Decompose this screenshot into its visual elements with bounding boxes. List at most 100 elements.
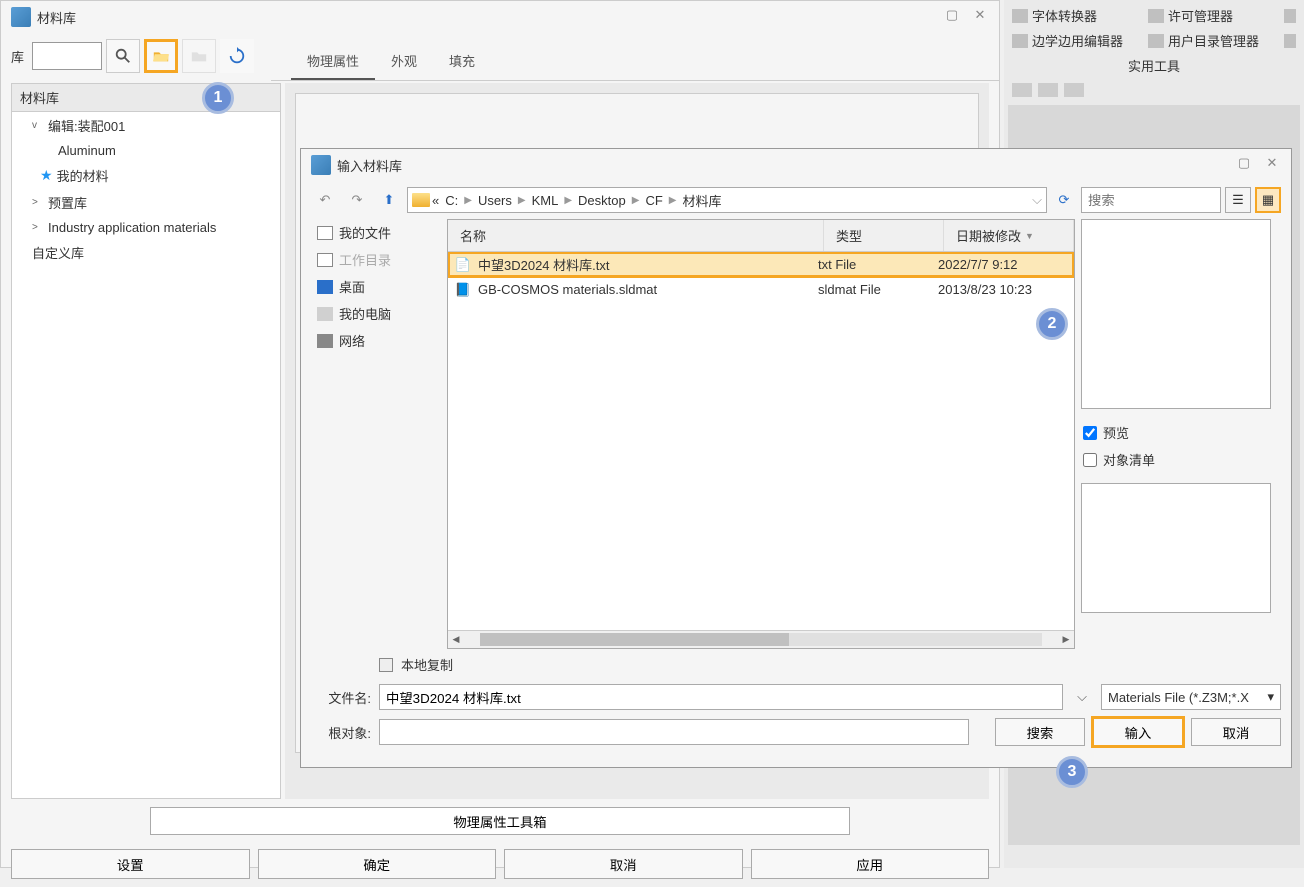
- nav-refresh-button[interactable]: ⟳: [1051, 187, 1077, 213]
- horizontal-scrollbar[interactable]: ◀ ▶: [448, 630, 1074, 648]
- tree-item-my-material[interactable]: ★我的材料: [12, 162, 280, 189]
- place-myfiles[interactable]: 我的文件: [311, 219, 441, 246]
- callout-3: 3: [1056, 756, 1088, 788]
- preview-panel: 预览 对象清单: [1081, 219, 1281, 649]
- forward-button[interactable]: ↷: [343, 187, 371, 213]
- callout-1: 1: [202, 82, 234, 114]
- import-button[interactable]: [144, 39, 178, 73]
- close-icon[interactable]: ✕: [971, 7, 989, 23]
- tool-extra-1[interactable]: [1280, 4, 1300, 27]
- preview-checkbox[interactable]: [1083, 426, 1097, 440]
- import-title: 输入材料库: [337, 156, 402, 175]
- import-close-icon[interactable]: ✕: [1263, 155, 1281, 171]
- library-input[interactable]: [32, 42, 102, 70]
- place-network[interactable]: 网络: [311, 327, 441, 354]
- import-dialog: 输入材料库 ▢ ✕ ↶ ↷ ⬆ « C:▶ Users▶ KML▶ Deskto…: [300, 148, 1292, 768]
- window-titlebar: 材料库 ▢ ✕: [1, 1, 999, 33]
- places-panel: 我的文件 工作目录 桌面 我的电脑 网络: [311, 219, 441, 649]
- star-icon: ★: [40, 167, 53, 184]
- desktop-icon: [317, 280, 333, 294]
- sort-desc-icon: ▼: [1025, 231, 1034, 241]
- breadcrumb[interactable]: « C:▶ Users▶ KML▶ Desktop▶ CF▶ 材料库 ⌵: [407, 187, 1047, 213]
- folder-icon: [412, 193, 430, 207]
- import-submit-button[interactable]: 输入: [1093, 718, 1183, 746]
- minimize-icon[interactable]: ▢: [943, 7, 961, 23]
- place-computer[interactable]: 我的电脑: [311, 300, 441, 327]
- expand-icon[interactable]: v: [32, 120, 44, 131]
- local-copy-row: 本地复制: [301, 649, 1291, 680]
- col-type[interactable]: 类型: [824, 220, 944, 251]
- place-desktop[interactable]: 桌面: [311, 273, 441, 300]
- import-minimize-icon[interactable]: ▢: [1235, 155, 1253, 171]
- action-row: 根对象: 搜索 输入 取消: [301, 714, 1291, 750]
- tree-item-industry[interactable]: >Industry application materials: [12, 216, 280, 239]
- tool-font-converter[interactable]: 字体转换器: [1008, 4, 1142, 27]
- crumb-cf[interactable]: CF: [641, 193, 666, 208]
- tool-user-dir-manager[interactable]: 用户目录管理器: [1144, 29, 1278, 52]
- search-button[interactable]: 搜索: [995, 718, 1085, 746]
- crumb-desktop[interactable]: Desktop: [574, 193, 630, 208]
- tab-fill[interactable]: 填充: [433, 43, 491, 80]
- filename-label: 文件名:: [311, 688, 371, 707]
- back-button[interactable]: ↶: [311, 187, 339, 213]
- place-workdir[interactable]: 工作目录: [311, 246, 441, 273]
- doc-icon: [317, 226, 333, 240]
- crumb-kml[interactable]: KML: [528, 193, 563, 208]
- export-button[interactable]: [182, 39, 216, 73]
- chevron-down-icon: ▾: [1267, 689, 1274, 705]
- ok-button[interactable]: 确定: [258, 849, 497, 879]
- txt-file-icon: 📄: [454, 257, 472, 273]
- view-list-button[interactable]: ☰: [1225, 187, 1251, 213]
- app-icon: [11, 7, 31, 27]
- tree-panel: 材料库 v编辑:装配001 Aluminum ★我的材料 >预置库 >Indus…: [11, 83, 281, 799]
- tab-physical[interactable]: 物理属性: [291, 43, 375, 80]
- tab-appearance[interactable]: 外观: [375, 43, 433, 80]
- misc-icon-1[interactable]: [1012, 83, 1032, 97]
- preview-checkbox-row[interactable]: 预览: [1081, 419, 1281, 446]
- up-button[interactable]: ⬆: [375, 187, 403, 213]
- tree-item-preset[interactable]: >预置库: [12, 189, 280, 216]
- filename-dropdown-icon[interactable]: ⌵: [1071, 684, 1093, 710]
- import-cancel-button[interactable]: 取消: [1191, 718, 1281, 746]
- apply-button[interactable]: 应用: [751, 849, 990, 879]
- misc-icon-3[interactable]: [1064, 83, 1084, 97]
- sldmat-file-icon: 📘: [454, 282, 472, 298]
- refresh-button[interactable]: [220, 39, 254, 73]
- tree-item-custom[interactable]: 自定义库: [12, 239, 280, 266]
- cancel-button[interactable]: 取消: [504, 849, 743, 879]
- root-label: 根对象:: [311, 723, 371, 742]
- tool-extra-2[interactable]: [1280, 29, 1300, 52]
- misc-icon-2[interactable]: [1038, 83, 1058, 97]
- tools-section-label: 实用工具: [1008, 52, 1300, 79]
- bottom-buttons: 设置 确定 取消 应用: [1, 841, 999, 887]
- tool-learn-editor[interactable]: 边学边用编辑器: [1008, 29, 1142, 52]
- file-row[interactable]: 📄 中望3D2024 材料库.txt txt File 2022/7/7 9:1…: [448, 252, 1074, 277]
- settings-button[interactable]: 设置: [11, 849, 250, 879]
- local-copy-checkbox[interactable]: [379, 658, 393, 672]
- type-filter-dropdown[interactable]: Materials File (*.Z3M;*.X▾: [1101, 684, 1281, 710]
- nav-bar: ↶ ↷ ⬆ « C:▶ Users▶ KML▶ Desktop▶ CF▶ 材料库…: [301, 181, 1291, 219]
- tree-item-edit[interactable]: v编辑:装配001: [12, 112, 280, 139]
- toolbox-button[interactable]: 物理属性工具箱: [150, 807, 850, 835]
- expand-icon[interactable]: >: [32, 197, 44, 208]
- tree-item-aluminum[interactable]: Aluminum: [12, 139, 280, 162]
- tool-license-manager[interactable]: 许可管理器: [1144, 4, 1278, 27]
- view-detail-button[interactable]: ▦: [1255, 187, 1281, 213]
- crumb-users[interactable]: Users: [474, 193, 516, 208]
- crumb-c[interactable]: C:: [441, 193, 462, 208]
- col-date[interactable]: 日期被修改▼: [944, 220, 1074, 251]
- root-input[interactable]: [379, 719, 969, 745]
- expand-icon[interactable]: >: [32, 222, 44, 233]
- filename-input[interactable]: [379, 684, 1063, 710]
- library-label: 库: [11, 47, 24, 66]
- crumb-matlib[interactable]: 材料库: [678, 191, 725, 210]
- object-list-box: [1081, 483, 1271, 613]
- col-name[interactable]: 名称: [448, 220, 824, 251]
- file-headers: 名称 类型 日期被修改▼: [448, 220, 1074, 252]
- objectlist-checkbox[interactable]: [1083, 453, 1097, 467]
- search-button[interactable]: [106, 39, 140, 73]
- file-row[interactable]: 📘 GB-COSMOS materials.sldmat sldmat File…: [448, 277, 1074, 302]
- objectlist-checkbox-row[interactable]: 对象清单: [1081, 446, 1281, 473]
- search-input[interactable]: [1081, 187, 1221, 213]
- dropdown-icon[interactable]: ⌵: [1032, 192, 1042, 208]
